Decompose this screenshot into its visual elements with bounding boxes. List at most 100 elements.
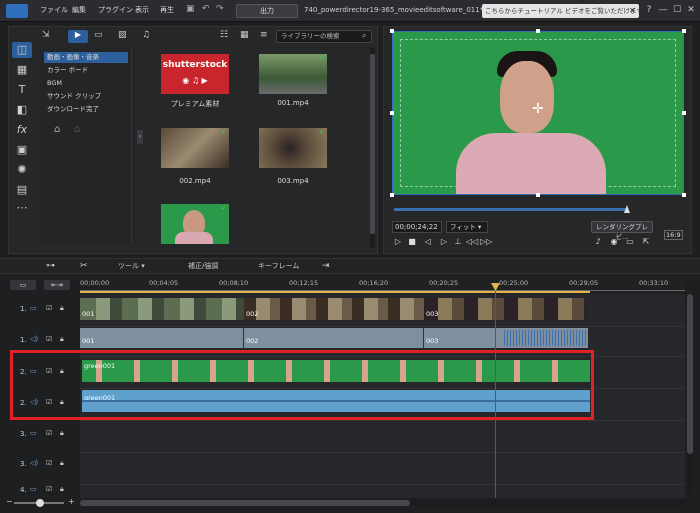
save-icon[interactable]: ▣ bbox=[186, 4, 195, 14]
title-room-icon[interactable]: T bbox=[12, 82, 32, 98]
media-filter-icon[interactable]: ▶ bbox=[68, 30, 88, 43]
menu-view[interactable]: 表示 bbox=[135, 5, 149, 15]
effect-room-icon[interactable]: fx bbox=[12, 122, 32, 138]
menu-play[interactable]: 再生 bbox=[160, 5, 174, 15]
tree-item-sound-clip[interactable]: サウンド クリップ bbox=[44, 91, 128, 102]
timeline-hscrollbar[interactable] bbox=[80, 500, 685, 506]
media-room-icon[interactable]: ◫ bbox=[12, 42, 32, 58]
video-clip-002[interactable]: 002 bbox=[244, 298, 424, 320]
scrollbar-thumb[interactable] bbox=[80, 500, 410, 506]
selection-frame[interactable] bbox=[392, 31, 684, 195]
video-clip-001[interactable]: 001 bbox=[80, 298, 244, 320]
undo-icon[interactable]: ↶ bbox=[202, 4, 210, 14]
resize-handle[interactable] bbox=[390, 29, 394, 33]
menu-icon[interactable]: ≡ bbox=[260, 30, 268, 40]
play-icon[interactable]: ▷ bbox=[392, 237, 404, 247]
overlay-room-icon[interactable]: ▣ bbox=[12, 142, 32, 158]
more-icon[interactable]: ⋯ bbox=[12, 200, 32, 216]
transition-room-icon[interactable]: ◧ bbox=[12, 102, 32, 118]
menu-edit[interactable]: 編集 bbox=[72, 5, 86, 15]
resize-handle[interactable] bbox=[390, 111, 394, 115]
zoom-in-icon[interactable]: + bbox=[68, 497, 75, 506]
lock-icon[interactable]: 🔒︎ bbox=[60, 485, 64, 494]
volume-icon[interactable]: ♪ bbox=[592, 237, 604, 247]
shutterstock-thumbnail[interactable]: shutterstock ◉ ♫ ▶ bbox=[161, 54, 229, 94]
media-thumbnail-001[interactable] bbox=[259, 54, 327, 94]
render-preview-button[interactable]: レンダリングプレビ... bbox=[591, 221, 653, 241]
particle-room-icon[interactable]: ✺ bbox=[12, 162, 32, 178]
media-thumbnail-green001[interactable] bbox=[161, 204, 229, 244]
tools-menu[interactable]: ツール ▾ bbox=[118, 261, 145, 271]
image-filter-icon[interactable]: ▨ bbox=[118, 30, 127, 40]
timeline-vscrollbar[interactable] bbox=[687, 294, 693, 494]
resize-handle[interactable] bbox=[682, 29, 686, 33]
media-thumbnail-002[interactable] bbox=[161, 128, 229, 168]
tree-item-downloaded[interactable]: ダウンロード完了 bbox=[44, 104, 128, 115]
rewind-icon[interactable]: ◁◁ bbox=[466, 237, 478, 247]
lock-icon[interactable]: 🔒︎ bbox=[60, 459, 64, 468]
split-icon[interactable]: ⊥ bbox=[452, 237, 464, 247]
pip-room-icon[interactable]: ▦ bbox=[12, 62, 32, 78]
lock-icon[interactable]: 🔒︎ bbox=[60, 304, 64, 313]
preview-progress-bar[interactable] bbox=[394, 208, 628, 211]
add-tag-icon[interactable]: ⌂ bbox=[54, 124, 60, 135]
aspect-ratio[interactable]: 16:9 bbox=[664, 230, 683, 240]
lock-icon[interactable]: 🔒︎ bbox=[60, 335, 64, 344]
maximize-icon[interactable]: ☐ bbox=[670, 3, 684, 17]
audio-filter-icon[interactable]: ♫ bbox=[142, 30, 150, 40]
menu-plugin[interactable]: プラグイン bbox=[98, 5, 133, 15]
resize-handle[interactable] bbox=[682, 193, 686, 197]
zoom-fit-select[interactable]: フィット ▾ bbox=[446, 221, 488, 233]
redo-icon[interactable]: ↷ bbox=[216, 4, 224, 14]
video-clip-003[interactable]: 003 bbox=[424, 298, 588, 320]
menu-file[interactable]: ファイル bbox=[40, 5, 68, 15]
subtitle-room-icon[interactable]: ▤ bbox=[12, 182, 32, 198]
tree-item-colorboard[interactable]: カラー ボード bbox=[44, 65, 128, 76]
video-filter-icon[interactable]: ▭ bbox=[94, 30, 103, 40]
resize-handle[interactable] bbox=[536, 29, 540, 33]
undock-icon[interactable]: ⇱ bbox=[640, 237, 652, 247]
scrollbar-thumb[interactable] bbox=[687, 294, 693, 454]
scrollbar-thumb[interactable] bbox=[370, 54, 375, 234]
work-area-bar[interactable] bbox=[80, 291, 590, 293]
fit-timeline-icon[interactable]: ⇤⇥ bbox=[44, 280, 70, 290]
resize-handle[interactable] bbox=[390, 193, 394, 197]
track-manager-icon[interactable]: ⊶ bbox=[46, 261, 55, 271]
media-thumbnail-003[interactable] bbox=[259, 128, 327, 168]
output-button[interactable]: 出力 bbox=[236, 4, 298, 18]
search-icon[interactable]: ⌕ bbox=[362, 31, 366, 41]
export-icon[interactable]: ⇥ bbox=[322, 261, 330, 271]
close-icon[interactable]: ✕ bbox=[684, 3, 698, 17]
tutorial-close-icon[interactable]: ✕ bbox=[629, 4, 639, 18]
resize-handle[interactable] bbox=[682, 111, 686, 115]
snapshot-icon[interactable]: ◉ bbox=[608, 237, 620, 247]
minimize-icon[interactable]: — bbox=[656, 3, 670, 17]
next-frame-icon[interactable]: ▷ bbox=[438, 237, 450, 247]
track-enable-checkbox[interactable]: ☑ bbox=[46, 429, 52, 437]
prev-frame-icon[interactable]: ◁ bbox=[422, 237, 434, 247]
zoom-slider-handle[interactable] bbox=[36, 499, 44, 507]
playhead-line[interactable] bbox=[495, 283, 496, 498]
correction-button[interactable]: 補正/強調 bbox=[188, 261, 218, 271]
library-search-input[interactable]: ライブラリーの検索 bbox=[276, 30, 372, 43]
track-enable-checkbox[interactable]: ☑ bbox=[46, 459, 52, 467]
import-icon[interactable]: ⇲ bbox=[42, 30, 50, 40]
tutorial-search-input[interactable]: こちらからチュートリアル ビデオをご覧いただけます。 bbox=[482, 4, 639, 18]
keyframe-button[interactable]: キーフレーム bbox=[258, 261, 299, 271]
remove-tag-icon[interactable]: ⌂ bbox=[74, 124, 80, 135]
list-view-icon[interactable]: ☷ bbox=[220, 30, 228, 40]
track-enable-checkbox[interactable]: ☑ bbox=[46, 304, 52, 312]
fast-forward-icon[interactable]: ▷▷ bbox=[480, 237, 492, 247]
audio-clip-001[interactable]: 001 bbox=[80, 328, 244, 348]
track-enable-checkbox[interactable]: ☑ bbox=[46, 335, 52, 343]
grid-view-icon[interactable]: ▦ bbox=[240, 30, 249, 40]
storyboard-view-icon[interactable]: ▭ bbox=[10, 280, 36, 290]
lock-icon[interactable]: 🔒︎ bbox=[60, 429, 64, 438]
preview-window[interactable]: ✛ bbox=[390, 29, 686, 197]
tree-item-bgm[interactable]: BGM bbox=[44, 78, 128, 89]
tree-item-media[interactable]: 動画・画像・音楽 bbox=[44, 52, 128, 63]
audio-clip-002[interactable]: 002 bbox=[244, 328, 424, 348]
audio-clip-003[interactable]: 003 bbox=[424, 328, 588, 348]
display-icon[interactable]: ▭ bbox=[624, 237, 636, 247]
resize-handle[interactable] bbox=[536, 193, 540, 197]
